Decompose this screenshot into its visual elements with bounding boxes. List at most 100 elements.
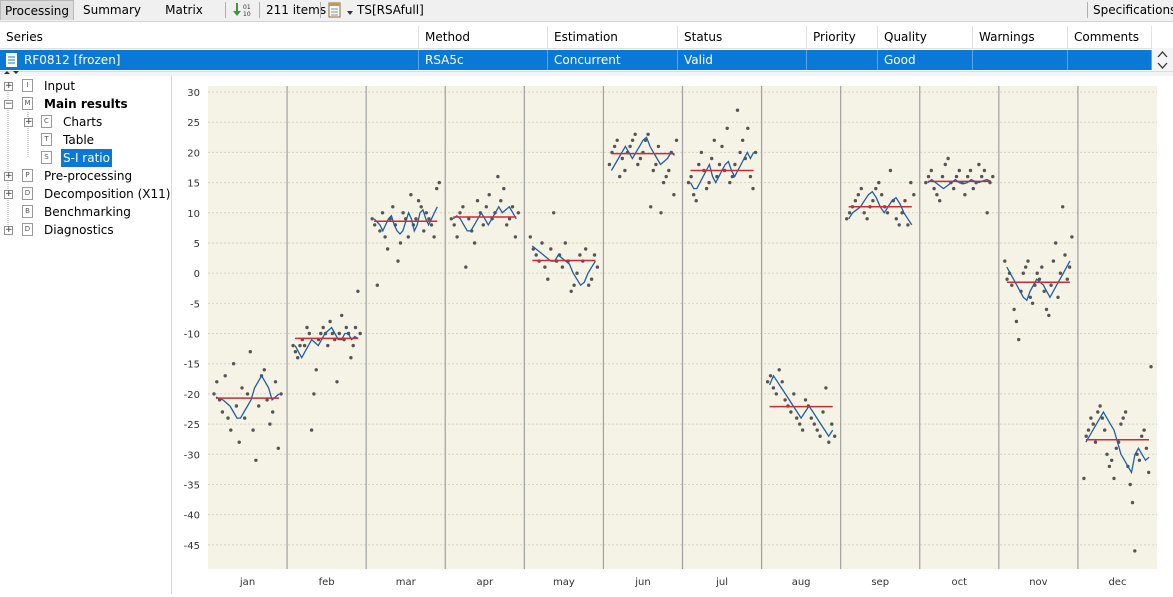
data-point bbox=[748, 174, 753, 179]
tree-node-benchmarking[interactable]: B Benchmarking bbox=[0, 203, 170, 221]
download-binary-icon[interactable]: 01 10 bbox=[232, 2, 252, 18]
expand-icon[interactable]: + bbox=[4, 172, 13, 181]
data-point bbox=[1005, 277, 1009, 281]
data-point bbox=[398, 241, 403, 245]
data-point bbox=[815, 428, 819, 432]
column-header-estimation[interactable]: Estimation bbox=[548, 26, 678, 48]
data-point bbox=[694, 199, 698, 203]
expand-icon[interactable]: + bbox=[4, 82, 13, 91]
data-point bbox=[575, 271, 579, 275]
tree-node-si-ratio[interactable]: S S-I ratio bbox=[0, 149, 170, 167]
cell-warnings bbox=[973, 50, 1068, 70]
data-point bbox=[427, 217, 431, 221]
data-point bbox=[1040, 265, 1044, 269]
data-point bbox=[991, 174, 995, 179]
y-tick-label: -35 bbox=[184, 480, 200, 491]
data-point bbox=[1012, 307, 1016, 312]
expand-icon[interactable]: + bbox=[4, 226, 13, 235]
table-row[interactable]: RF0812 [frozen] RSA5c Concurrent Valid G… bbox=[0, 50, 1152, 70]
collapse-icon[interactable]: − bbox=[4, 100, 13, 109]
data-point bbox=[1082, 476, 1086, 481]
data-point bbox=[383, 235, 387, 239]
data-point bbox=[871, 199, 875, 203]
data-point bbox=[798, 422, 802, 426]
tree-node-pre-processing[interactable]: + P Pre-processing bbox=[0, 167, 170, 185]
cell-comments bbox=[1068, 50, 1152, 70]
data-point bbox=[335, 380, 339, 384]
x-tick-label: oct bbox=[952, 577, 968, 588]
data-point bbox=[1049, 283, 1053, 287]
data-point bbox=[717, 162, 722, 167]
tab-matrix[interactable]: Matrix bbox=[160, 0, 208, 20]
grid-header: Series Method Estimation Status Priority… bbox=[0, 26, 1152, 49]
x-tick-label: feb bbox=[319, 577, 335, 588]
data-point bbox=[254, 458, 258, 462]
expand-icon[interactable]: + bbox=[24, 118, 33, 127]
tab-processing[interactable]: Processing bbox=[0, 0, 74, 20]
data-point bbox=[1063, 253, 1067, 257]
tree-node-decomposition[interactable]: + D Decomposition (X11) bbox=[0, 185, 170, 203]
y-tick-label: 0 bbox=[194, 269, 200, 280]
data-point bbox=[1123, 410, 1128, 414]
data-point bbox=[906, 223, 910, 227]
data-point bbox=[296, 356, 300, 360]
data-point bbox=[877, 180, 881, 185]
x-tick-label: jun bbox=[634, 577, 650, 588]
tree-node-charts[interactable]: + C Charts bbox=[0, 113, 170, 131]
data-point bbox=[1147, 470, 1151, 475]
column-header-comments[interactable]: Comments bbox=[1068, 26, 1152, 48]
column-header-method[interactable]: Method bbox=[419, 26, 548, 48]
column-header-quality[interactable]: Quality bbox=[878, 26, 973, 48]
cell-priority bbox=[807, 50, 878, 70]
data-point bbox=[728, 180, 732, 185]
cell-estimation: Concurrent bbox=[548, 50, 678, 70]
data-point bbox=[929, 168, 933, 173]
tree-node-diagnostics[interactable]: + D Diagnostics bbox=[0, 221, 170, 239]
tree-node-table[interactable]: T Table bbox=[0, 131, 170, 149]
tree-node-main-results[interactable]: − M Main results bbox=[0, 95, 170, 113]
data-point bbox=[569, 289, 573, 293]
tree-node-input[interactable]: + I Input bbox=[0, 77, 170, 95]
specifications-button[interactable]: Specifications bbox=[1093, 0, 1173, 20]
data-point bbox=[1058, 271, 1063, 275]
data-point bbox=[319, 331, 323, 336]
data-point bbox=[516, 211, 520, 215]
data-point bbox=[1044, 307, 1049, 312]
data-point bbox=[243, 416, 247, 420]
x-tick-label: nov bbox=[1029, 577, 1047, 588]
data-point bbox=[812, 422, 816, 426]
data-point bbox=[464, 265, 468, 269]
data-point bbox=[314, 368, 318, 372]
column-header-series[interactable]: Series bbox=[0, 26, 419, 48]
data-point bbox=[481, 223, 485, 227]
tab-summary[interactable]: Summary bbox=[80, 0, 144, 20]
y-tick-label: 5 bbox=[194, 239, 200, 250]
dropdown-triangle-icon[interactable] bbox=[346, 6, 354, 15]
data-point bbox=[328, 319, 332, 324]
expand-icon[interactable]: + bbox=[4, 190, 13, 199]
data-point bbox=[943, 162, 947, 167]
data-point bbox=[291, 343, 295, 348]
data-point bbox=[560, 265, 565, 269]
grid-scrollbar[interactable] bbox=[1152, 48, 1173, 72]
data-point bbox=[572, 283, 576, 287]
toolbar-separator bbox=[225, 2, 226, 18]
data-point bbox=[401, 211, 405, 215]
y-tick-label: 20 bbox=[187, 148, 200, 159]
spec-sheet-icon[interactable] bbox=[328, 2, 342, 18]
data-point bbox=[458, 211, 462, 215]
data-point bbox=[667, 168, 671, 173]
data-point bbox=[540, 241, 544, 245]
data-point bbox=[584, 247, 588, 251]
column-header-status[interactable]: Status bbox=[678, 26, 807, 48]
spec-name[interactable]: TS[RSAfull] bbox=[357, 0, 424, 20]
data-point bbox=[1140, 434, 1144, 438]
data-point bbox=[452, 223, 456, 227]
data-point bbox=[349, 356, 353, 360]
data-point bbox=[938, 199, 942, 203]
data-point bbox=[924, 180, 928, 185]
data-point bbox=[484, 205, 488, 209]
column-header-warnings[interactable]: Warnings bbox=[973, 26, 1068, 48]
data-point bbox=[268, 422, 272, 426]
column-header-priority[interactable]: Priority bbox=[807, 26, 878, 48]
